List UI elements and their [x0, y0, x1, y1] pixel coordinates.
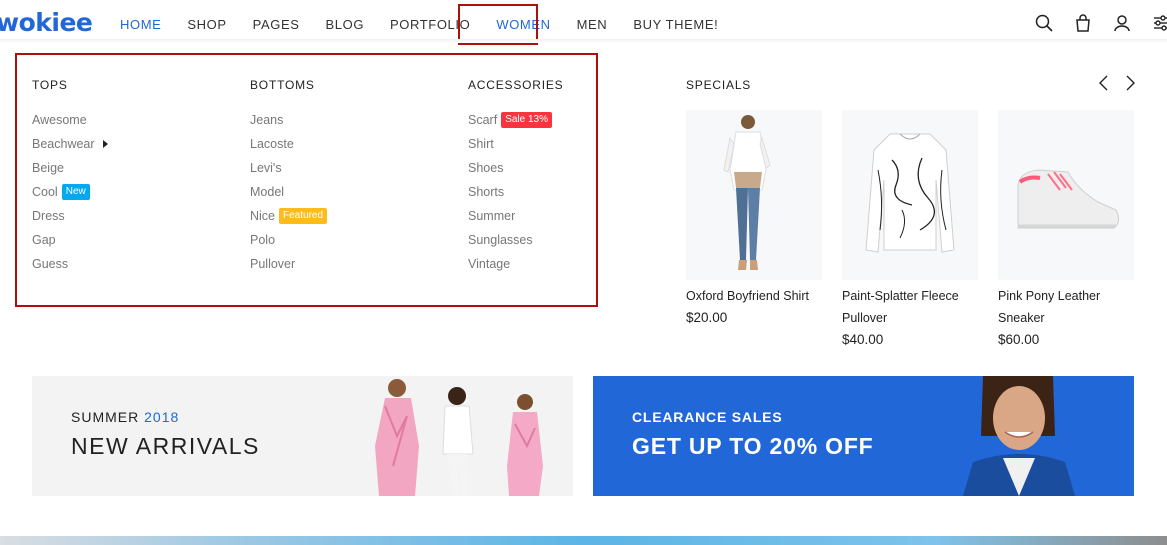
bag-icon[interactable] — [1074, 14, 1092, 32]
chevron-left-icon[interactable] — [1097, 74, 1111, 92]
models-image — [375, 379, 543, 496]
column-title: ACCESSORIES — [468, 78, 564, 92]
menu-item-label: Beige — [32, 161, 64, 175]
main-nav: HOME SHOP PAGES BLOG PORTFOLIO WOMEN MEN… — [120, 17, 744, 32]
featured-badge: Featured — [279, 208, 328, 224]
product-name[interactable]: Paint-Splatter Fleece Pullover — [842, 285, 978, 329]
menu-item-label: Scarf — [468, 113, 498, 127]
column-title: TOPS — [32, 78, 68, 92]
menu-column-tops: TOPS Awesome Beachwear Beige Cool New Dre… — [32, 78, 108, 276]
menu-item-label: Gap — [32, 233, 56, 247]
menu-item-jeans[interactable]: Jeans — [250, 108, 327, 132]
search-icon[interactable] — [1035, 14, 1053, 32]
menu-column-accessories: ACCESSORIES Scarf Sale 13% Shirt Shoes Sh… — [468, 78, 564, 276]
product-name[interactable]: Pink Pony Leather Sneaker — [998, 285, 1134, 329]
banner-year: 2018 — [144, 409, 180, 425]
nav-pages[interactable]: PAGES — [253, 17, 300, 32]
product-name-line: Sneaker — [998, 311, 1045, 325]
product-image[interactable] — [686, 110, 822, 280]
menu-item-label: Sunglasses — [468, 233, 533, 247]
nav-men[interactable]: MEN — [577, 17, 608, 32]
product-price: $60.00 — [998, 332, 1040, 347]
menu-item-beachwear[interactable]: Beachwear — [32, 132, 108, 156]
menu-item-label: Shoes — [468, 161, 504, 175]
menu-item-label: Beachwear — [32, 137, 95, 151]
nav-shop[interactable]: SHOP — [187, 17, 226, 32]
product-name-line: Paint-Splatter Fleece — [842, 289, 959, 303]
menu-item-polo[interactable]: Polo — [250, 228, 327, 252]
menu-item-label: Guess — [32, 257, 69, 271]
menu-item-shorts[interactable]: Shorts — [468, 180, 564, 204]
product-card: Paint-Splatter Fleece Pullover $40.00 — [842, 110, 978, 350]
menu-item-levis[interactable]: Levi's — [250, 156, 327, 180]
clearance-sales-banner[interactable]: CLEARANCE SALES GET UP TO 20% OFF — [593, 376, 1134, 496]
nav-home[interactable]: HOME — [120, 17, 161, 32]
header-divider — [0, 39, 1167, 43]
menu-item-label: Nice — [250, 209, 276, 223]
menu-item-label: Lacoste — [250, 137, 294, 151]
product-name-line: Oxford Boyfriend Shirt — [686, 289, 809, 303]
nav-buy-theme[interactable]: BUY THEME! — [633, 17, 718, 32]
menu-item-label: Dress — [32, 209, 65, 223]
banner-subtitle-text: SUMMER — [71, 409, 140, 425]
menu-item-shoes[interactable]: Shoes — [468, 156, 564, 180]
menu-item-label: Vintage — [468, 257, 511, 271]
product-name-line: Pullover — [842, 311, 888, 325]
menu-item-nice[interactable]: Nice Featured — [250, 204, 328, 228]
product-name[interactable]: Oxford Boyfriend Shirt — [686, 285, 822, 307]
menu-item-guess[interactable]: Guess — [32, 252, 108, 276]
new-badge: New — [61, 184, 90, 200]
chevron-right-icon[interactable] — [1123, 74, 1137, 92]
menu-item-dress[interactable]: Dress — [32, 204, 108, 228]
menu-item-label: Shorts — [468, 185, 505, 199]
settings-icon[interactable] — [1152, 14, 1167, 32]
user-icon[interactable] — [1113, 14, 1131, 32]
menu-item-beige[interactable]: Beige — [32, 156, 108, 180]
menu-item-vintage[interactable]: Vintage — [468, 252, 564, 276]
banner-title: NEW ARRIVALS — [71, 433, 260, 459]
column-title: BOTTOMS — [250, 78, 315, 92]
product-card: Oxford Boyfriend Shirt $20.00 — [686, 110, 822, 328]
banner-title: GET UP TO 20% OFF — [632, 433, 874, 459]
menu-item-label: Jeans — [250, 113, 284, 127]
menu-item-cool[interactable]: Cool New — [32, 180, 108, 204]
banner-subtitle: CLEARANCE SALES — [632, 409, 783, 425]
model-image — [963, 376, 1075, 496]
product-card: Pink Pony Leather Sneaker $60.00 — [998, 110, 1134, 350]
menu-item-label: Awesome — [32, 113, 87, 127]
product-image[interactable] — [842, 110, 978, 280]
menu-item-label: Summer — [468, 209, 516, 223]
menu-item-label: Cool — [32, 185, 58, 199]
menu-item-gap[interactable]: Gap — [32, 228, 108, 252]
product-price: $20.00 — [686, 310, 728, 325]
menu-item-lacoste[interactable]: Lacoste — [250, 132, 327, 156]
menu-item-shirt[interactable]: Shirt — [468, 132, 564, 156]
menu-item-model[interactable]: Model — [250, 180, 327, 204]
sale-badge: Sale 13% — [501, 112, 552, 128]
site-logo[interactable]: wokiee — [0, 8, 93, 37]
menu-item-label: Levi's — [250, 161, 282, 175]
new-arrivals-banner[interactable]: SUMMER 2018 NEW ARRIVALS — [32, 376, 573, 496]
menu-item-awesome[interactable]: Awesome — [32, 108, 108, 132]
product-price: $40.00 — [842, 332, 884, 347]
menu-item-summer[interactable]: Summer — [468, 204, 564, 228]
nav-blog[interactable]: BLOG — [326, 17, 365, 32]
menu-column-bottoms: BOTTOMS Jeans Lacoste Levi's Model Nice F… — [250, 78, 328, 276]
menu-item-pullover[interactable]: Pullover — [250, 252, 327, 276]
menu-item-label: Pullover — [250, 257, 296, 271]
specials-title: SPECIALS — [686, 78, 752, 92]
menu-item-sunglasses[interactable]: Sunglasses — [468, 228, 564, 252]
menu-item-label: Model — [250, 185, 285, 199]
menu-item-label: Polo — [250, 233, 276, 247]
product-name-line: Pink Pony Leather — [998, 289, 1101, 303]
header-icons — [1035, 14, 1167, 32]
banner-subtitle: SUMMER 2018 — [71, 409, 179, 425]
product-image[interactable] — [998, 110, 1134, 280]
submenu-arrow-icon — [102, 140, 108, 148]
menu-item-label: Shirt — [468, 137, 494, 151]
menu-item-scarf[interactable]: Scarf Sale 13% — [468, 108, 564, 132]
hero-image-strip — [0, 536, 1167, 545]
